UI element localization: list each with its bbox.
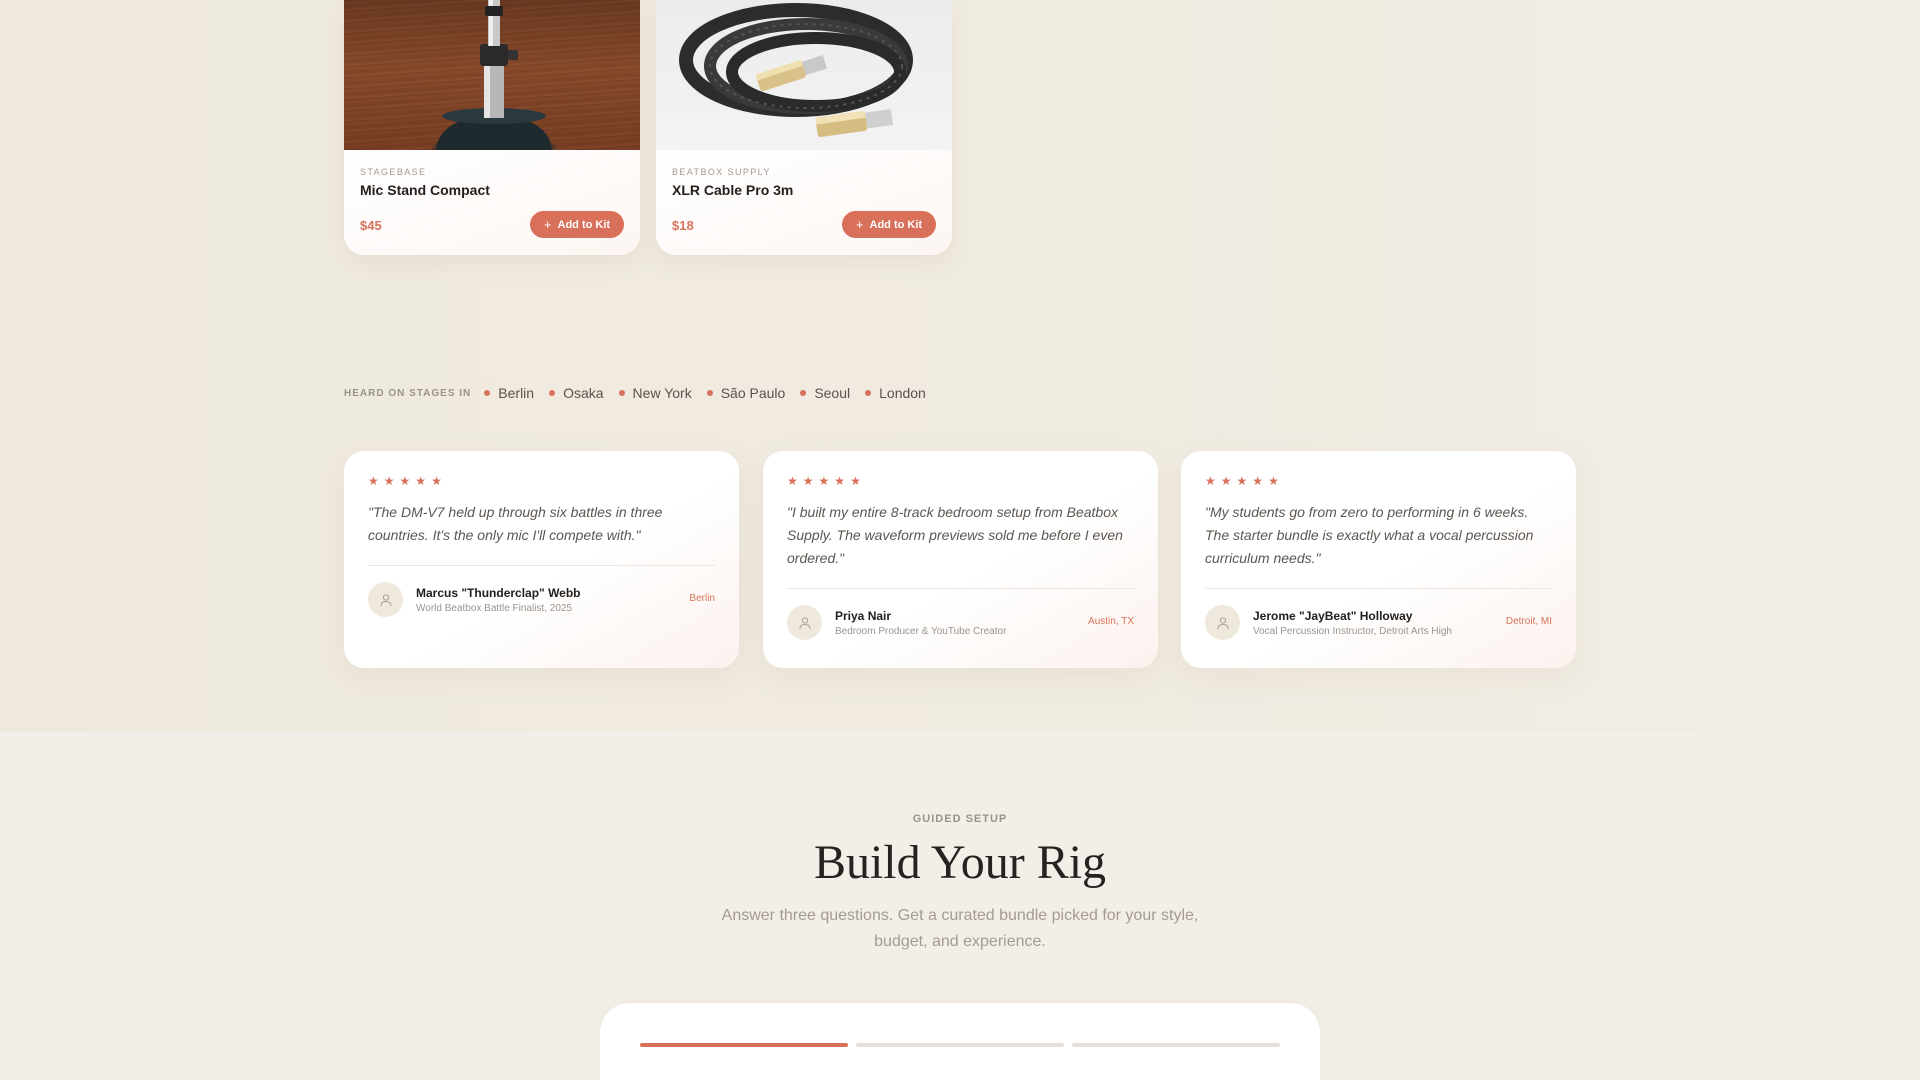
stage-city: Osaka bbox=[549, 385, 604, 401]
star-icon: ★ bbox=[368, 474, 379, 488]
mic-stand-icon bbox=[432, 0, 556, 150]
wizard-step-bar bbox=[640, 1043, 848, 1047]
cable-icon bbox=[679, 3, 913, 138]
section-subtitle: Answer three questions. Get a curated bu… bbox=[721, 907, 1199, 950]
divider bbox=[368, 565, 715, 566]
star-icon: ★ bbox=[802, 474, 814, 488]
star-icon: ★ bbox=[431, 474, 442, 488]
stage-city-name: London bbox=[879, 385, 926, 401]
star-icon: ★ bbox=[1252, 474, 1264, 488]
plus-icon: + bbox=[855, 217, 864, 232]
bullet-dot-icon bbox=[706, 390, 713, 396]
product-card[interactable]: BEATBOX SUPPLY XLR Cable Pro 3m $18 + Ad… bbox=[656, 0, 952, 255]
bullet-dot-icon bbox=[800, 390, 807, 396]
product-image bbox=[344, 0, 640, 150]
star-icon: ★ bbox=[818, 474, 830, 488]
star-icon: ★ bbox=[834, 474, 846, 488]
stages-label: HEARD ON STAGES IN bbox=[344, 387, 472, 399]
star-icon: ★ bbox=[1268, 474, 1279, 488]
testimonial-author: Marcus "Thunderclap" Webb World Beatbox … bbox=[368, 582, 715, 618]
stage-city-name: Seoul bbox=[814, 385, 851, 401]
author-city: Berlin bbox=[689, 593, 715, 604]
divider bbox=[1205, 588, 1552, 589]
stage-city: Seoul bbox=[800, 385, 850, 401]
rig-wizard-card bbox=[600, 1003, 1320, 1080]
testimonial-card: ★ ★ ★ ★ ★ "The DM-V7 held up through six bat… bbox=[344, 451, 739, 668]
product-name[interactable]: XLR Cable Pro 3m bbox=[672, 182, 936, 198]
testimonial-card: ★ ★ ★ ★ ★ "My students go from zero to perfo… bbox=[1181, 451, 1576, 668]
wizard-step-bar bbox=[1072, 1043, 1280, 1047]
testimonial-author: Priya Nair Bedroom Producer & YouTube Cr… bbox=[787, 605, 1134, 641]
star-rating: ★ ★ ★ ★ ★ bbox=[368, 475, 715, 487]
product-brand: BEATBOX SUPPLY bbox=[672, 167, 771, 177]
star-rating: ★ ★ ★ ★ ★ bbox=[1205, 475, 1552, 487]
product-price: $45 bbox=[360, 218, 382, 233]
bullet-dot-icon bbox=[618, 390, 625, 396]
user-icon bbox=[1217, 616, 1228, 629]
bullet-dot-icon bbox=[865, 390, 872, 396]
section-title: Build Your Rig bbox=[813, 836, 1107, 889]
author-name: Priya Nair bbox=[835, 609, 892, 623]
testimonial-author: Jerome "JayBeat" Holloway Vocal Percussi… bbox=[1205, 605, 1552, 641]
bullet-dot-icon bbox=[549, 390, 556, 396]
product-info: BEATBOX SUPPLY XLR Cable Pro 3m $18 + Ad… bbox=[656, 150, 952, 255]
star-icon: ★ bbox=[399, 474, 411, 488]
star-icon: ★ bbox=[1205, 474, 1216, 488]
wizard-progress bbox=[640, 1043, 1280, 1047]
bullet-dot-icon bbox=[484, 390, 491, 396]
stage-city: Berlin bbox=[484, 385, 534, 401]
product-price: $18 bbox=[672, 218, 694, 233]
avatar bbox=[787, 605, 822, 640]
author-city: Detroit, MI bbox=[1505, 616, 1552, 627]
star-icon: ★ bbox=[415, 474, 427, 488]
author-city: Austin, TX bbox=[1088, 616, 1134, 627]
user-icon bbox=[380, 593, 391, 606]
stage-city: New York bbox=[618, 385, 692, 401]
add-to-kit-button[interactable]: + Add to Kit bbox=[530, 211, 624, 238]
add-to-kit-button[interactable]: + Add to Kit bbox=[842, 211, 936, 238]
stage-city-name: São Paulo bbox=[720, 385, 786, 401]
testimonial-quote: "I built my entire 8-track bedroom setup… bbox=[787, 504, 1123, 566]
add-to-kit-label: Add to Kit bbox=[557, 218, 611, 231]
section-eyebrow: GUIDED SETUP bbox=[912, 813, 1008, 825]
testimonial-card: ★ ★ ★ ★ ★ "I built my entire 8-track bedroom… bbox=[763, 451, 1158, 668]
product-info: STAGEBASE Mic Stand Compact $45 + Add to… bbox=[344, 150, 640, 255]
author-role: Vocal Percussion Instructor, Detroit Art… bbox=[1253, 626, 1452, 637]
star-icon: ★ bbox=[787, 474, 798, 488]
testimonial-quote: "My students go from zero to performing … bbox=[1205, 504, 1534, 566]
stage-city-name: Osaka bbox=[563, 385, 604, 401]
stage-city-name: New York bbox=[632, 385, 692, 401]
plus-icon: + bbox=[543, 217, 552, 232]
star-icon: ★ bbox=[1220, 474, 1232, 488]
add-to-kit-label: Add to Kit bbox=[869, 218, 923, 231]
avatar bbox=[368, 582, 403, 617]
star-rating: ★ ★ ★ ★ ★ bbox=[787, 475, 1134, 487]
product-name[interactable]: Mic Stand Compact bbox=[360, 182, 624, 198]
star-icon: ★ bbox=[850, 474, 861, 488]
wizard-step-bar bbox=[856, 1043, 1064, 1047]
stage-city: London bbox=[865, 385, 926, 401]
stage-city: São Paulo bbox=[706, 385, 786, 401]
stage-city-name: Berlin bbox=[498, 385, 535, 401]
product-image bbox=[656, 0, 952, 150]
author-name: Jerome "JayBeat" Holloway bbox=[1253, 609, 1413, 623]
testimonial-quote: "The DM-V7 held up through six battles i… bbox=[368, 504, 663, 543]
product-brand: STAGEBASE bbox=[360, 167, 427, 177]
stages-strip: HEARD ON STAGES IN Berlin Osaka New York… bbox=[344, 385, 934, 401]
author-role: World Beatbox Battle Finalist, 2025 bbox=[416, 603, 573, 614]
divider bbox=[787, 588, 1134, 589]
avatar bbox=[1205, 605, 1240, 640]
author-name: Marcus "Thunderclap" Webb bbox=[416, 586, 581, 600]
star-icon: ★ bbox=[1236, 474, 1248, 488]
author-role: Bedroom Producer & YouTube Creator bbox=[835, 626, 1007, 637]
user-icon bbox=[799, 616, 810, 629]
star-icon: ★ bbox=[383, 474, 395, 488]
product-card[interactable]: STAGEBASE Mic Stand Compact $45 + Add to… bbox=[344, 0, 640, 255]
